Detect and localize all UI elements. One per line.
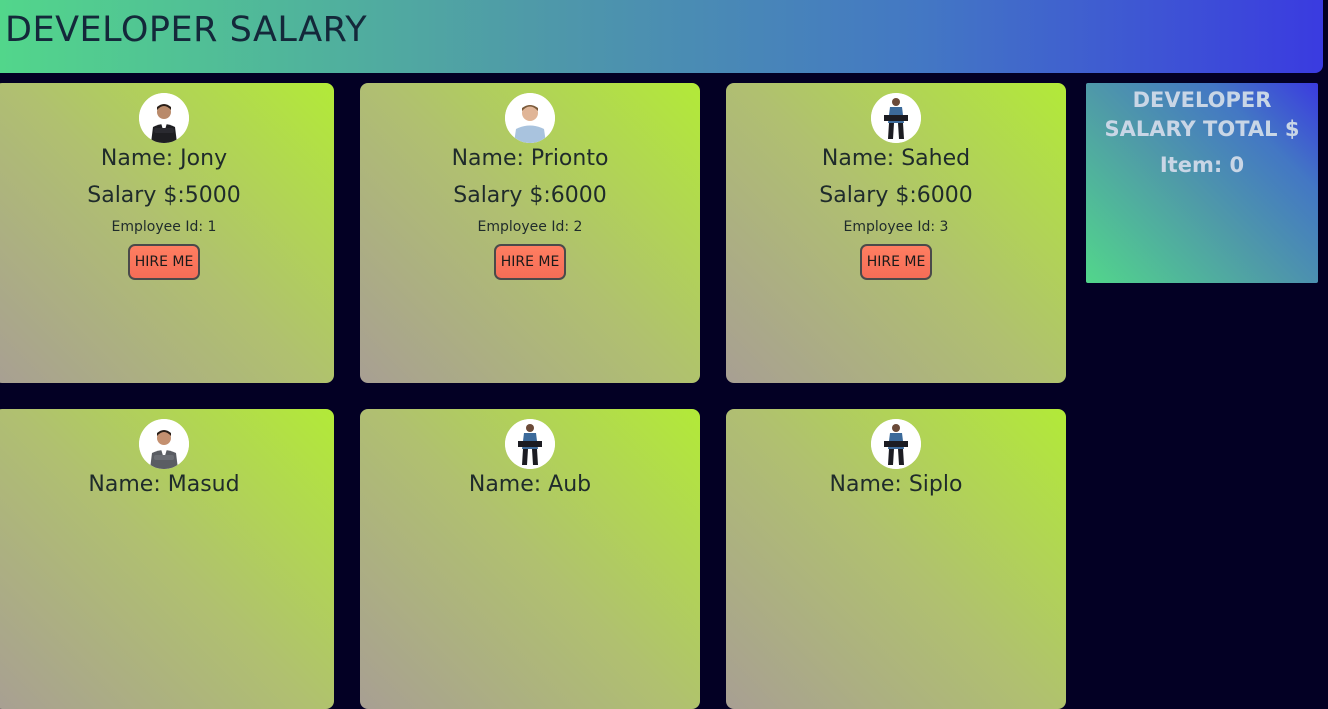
- employee-id: Employee Id: 1: [111, 219, 217, 235]
- summary-title: DEVELOPER SALARY TOTAL $: [1104, 88, 1300, 141]
- employee-name: Name: Siplo: [829, 472, 963, 497]
- hire-me-button[interactable]: HIRE ME: [494, 244, 566, 280]
- employee-card: Name: Masud: [0, 409, 334, 709]
- employee-name: Name: Jony: [100, 146, 228, 171]
- man-in-suit-avatar-icon: [139, 93, 189, 143]
- employee-salary: Salary $:6000: [453, 183, 607, 208]
- man-sitting-avatar-icon: [871, 419, 921, 469]
- man-sitting-avatar-icon: [505, 419, 555, 469]
- employee-card: Name: Sahed Salary $:6000 Employee Id: 3…: [726, 83, 1066, 383]
- employee-id: Employee Id: 3: [843, 219, 949, 235]
- summary-item-count: Item: 0: [1159, 153, 1245, 177]
- man-light-shirt-avatar-icon: [505, 93, 555, 143]
- man-sitting-avatar-icon: [871, 93, 921, 143]
- page-header: DEVELOPER SALARY: [0, 0, 1323, 73]
- employee-card: Name: Prionto Salary $:6000 Employee Id:…: [360, 83, 700, 383]
- page-title: DEVELOPER SALARY: [5, 10, 368, 50]
- hire-me-button[interactable]: HIRE ME: [860, 244, 932, 280]
- man-grey-suit-avatar-icon: [139, 419, 189, 469]
- employee-name: Name: Aub: [468, 472, 592, 497]
- employee-salary: Salary $:5000: [87, 183, 241, 208]
- employee-name: Name: Prionto: [451, 146, 609, 171]
- employee-name: Name: Masud: [88, 472, 240, 497]
- employee-card: Name: Aub: [360, 409, 700, 709]
- employee-salary: Salary $:6000: [819, 183, 973, 208]
- employee-name: Name: Sahed: [821, 146, 971, 171]
- hire-me-button[interactable]: HIRE ME: [128, 244, 200, 280]
- employee-card: Name: Siplo: [726, 409, 1066, 709]
- employee-id: Employee Id: 2: [477, 219, 583, 235]
- employee-card: Name: Jony Salary $:5000 Employee Id: 1 …: [0, 83, 334, 383]
- salary-summary-panel: DEVELOPER SALARY TOTAL $ Item: 0: [1086, 83, 1318, 283]
